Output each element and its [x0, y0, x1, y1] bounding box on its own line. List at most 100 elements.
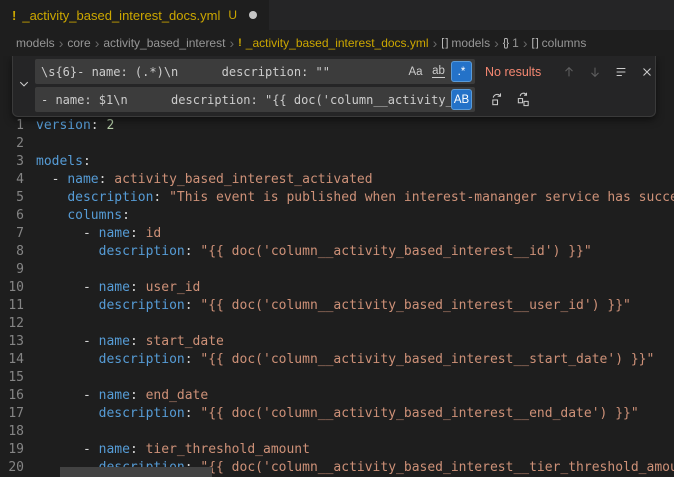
- code-line[interactable]: 19 - name: tier_threshold_amount: [0, 441, 674, 459]
- code-line[interactable]: 14 description: "{{ doc('column__activit…: [0, 351, 674, 369]
- code-line[interactable]: 15: [0, 369, 674, 387]
- code-text: description: "This event is published wh…: [36, 189, 674, 207]
- code-line[interactable]: 6 columns:: [0, 207, 674, 225]
- line-number[interactable]: 2: [0, 135, 36, 153]
- code-line[interactable]: 18: [0, 423, 674, 441]
- code-line[interactable]: 16 - name: end_date: [0, 387, 674, 405]
- line-number[interactable]: 3: [0, 153, 36, 171]
- line-number[interactable]: 20: [0, 459, 36, 477]
- code-token: :: [185, 298, 201, 313]
- replace-row: - name: $1\n description: "{{ doc('colum…: [35, 87, 659, 112]
- breadcrumb-item-core[interactable]: core: [67, 36, 90, 50]
- find-results-status: No results: [485, 65, 549, 79]
- code-line[interactable]: 4 - name: activity_based_interest_activa…: [0, 171, 674, 189]
- line-number[interactable]: 8: [0, 243, 36, 261]
- find-widget: \s{6}- name: (.*)\n description: "" Aa a…: [12, 56, 656, 117]
- code-line[interactable]: 5 description: "This event is published …: [0, 189, 674, 207]
- line-number[interactable]: 9: [0, 261, 36, 279]
- line-number[interactable]: 13: [0, 333, 36, 351]
- breadcrumb-separator: ›: [95, 35, 100, 51]
- code-token: "{{ doc('column__activity_based_interest…: [200, 244, 591, 259]
- code-line[interactable]: 2: [0, 135, 674, 153]
- line-number[interactable]: 16: [0, 387, 36, 405]
- code-token: -: [36, 226, 99, 241]
- code-line[interactable]: 8 description: "{{ doc('column__activity…: [0, 243, 674, 261]
- editor-tab[interactable]: ! _activity_based_interest_docs.yml U: [0, 0, 270, 30]
- breadcrumb-item-1[interactable]: {}1: [503, 36, 519, 50]
- code-token: -: [36, 334, 99, 349]
- code-token: "{{ doc('column__activity_based_interest…: [200, 460, 674, 475]
- dirty-indicator-dot[interactable]: [249, 11, 257, 19]
- breadcrumb-item-models[interactable]: models: [16, 36, 55, 50]
- code-line[interactable]: 7 - name: id: [0, 225, 674, 243]
- line-number[interactable]: 17: [0, 405, 36, 423]
- regex-button[interactable]: .*: [451, 61, 472, 82]
- code-lines: 1version: 223models:4 - name: activity_b…: [0, 56, 674, 477]
- code-token: version: [36, 118, 91, 133]
- breadcrumb-label: columns: [542, 36, 587, 50]
- whole-word-button[interactable]: ab: [428, 61, 449, 82]
- line-number[interactable]: 12: [0, 315, 36, 333]
- horizontal-scrollbar-thumb[interactable]: [60, 467, 212, 477]
- find-in-selection-button[interactable]: [609, 60, 633, 84]
- close-find-button[interactable]: [635, 60, 659, 84]
- line-number[interactable]: 5: [0, 189, 36, 207]
- line-number[interactable]: 1: [0, 117, 36, 135]
- line-number[interactable]: 19: [0, 441, 36, 459]
- find-input[interactable]: \s{6}- name: (.*)\n description: "" Aa a…: [35, 59, 475, 84]
- replace-all-button[interactable]: [511, 88, 535, 112]
- line-number[interactable]: 7: [0, 225, 36, 243]
- line-number[interactable]: 18: [0, 423, 36, 441]
- code-line[interactable]: 17 description: "{{ doc('column__activit…: [0, 405, 674, 423]
- code-line[interactable]: 10 - name: user_id: [0, 279, 674, 297]
- match-case-button[interactable]: Aa: [405, 61, 426, 82]
- whole-word-icon: ab: [432, 65, 445, 78]
- code-token: :: [185, 352, 201, 367]
- code-token: :: [185, 244, 201, 259]
- code-token: :: [130, 334, 146, 349]
- find-previous-button[interactable]: [557, 60, 581, 84]
- breadcrumb-item-_activity_based_interest_docs-yml[interactable]: !_activity_based_interest_docs.yml: [238, 36, 428, 50]
- code-token: :: [122, 208, 130, 223]
- breadcrumb-item-activity_based_interest[interactable]: activity_based_interest: [103, 36, 225, 50]
- replace-input[interactable]: - name: $1\n description: "{{ doc('colum…: [35, 87, 475, 112]
- code-text: [36, 423, 674, 441]
- tab-bar: ! _activity_based_interest_docs.yml U: [0, 0, 674, 30]
- find-options: Aa ab .*: [405, 61, 472, 82]
- code-line[interactable]: 13 - name: start_date: [0, 333, 674, 351]
- code-token: name: [67, 172, 98, 187]
- replace-options: AB: [451, 89, 472, 110]
- line-number[interactable]: 10: [0, 279, 36, 297]
- code-text: [36, 315, 674, 333]
- replace-value: - name: $1\n description: "{{ doc('colum…: [41, 93, 471, 107]
- breadcrumb-item-columns[interactable]: [ ]columns: [531, 36, 586, 50]
- replace-one-button[interactable]: [485, 88, 509, 112]
- line-number[interactable]: 15: [0, 369, 36, 387]
- code-text: - name: user_id: [36, 279, 674, 297]
- editor-pane[interactable]: 1version: 223models:4 - name: activity_b…: [0, 56, 674, 477]
- code-token: [36, 298, 99, 313]
- code-token: activity_based_interest_activated: [114, 172, 372, 187]
- code-line[interactable]: 12: [0, 315, 674, 333]
- chevron-down-icon: [18, 77, 30, 95]
- toggle-replace-button[interactable]: [13, 59, 35, 112]
- code-token: -: [36, 388, 99, 403]
- breadcrumb: models›core›activity_based_interest›!_ac…: [0, 30, 674, 56]
- code-line[interactable]: 1version: 2: [0, 117, 674, 135]
- find-next-button[interactable]: [583, 60, 607, 84]
- code-line[interactable]: 9: [0, 261, 674, 279]
- regex-icon: .*: [458, 66, 466, 78]
- breadcrumb-item-models[interactable]: [ ]models: [441, 36, 490, 50]
- code-text: - name: start_date: [36, 333, 674, 351]
- line-number[interactable]: 14: [0, 351, 36, 369]
- preserve-case-button[interactable]: AB: [451, 89, 472, 110]
- git-status-badge: U: [228, 8, 237, 22]
- line-number[interactable]: 4: [0, 171, 36, 189]
- warning-icon: !: [238, 37, 242, 49]
- line-number[interactable]: 11: [0, 297, 36, 315]
- code-line[interactable]: 3models:: [0, 153, 674, 171]
- line-number[interactable]: 6: [0, 207, 36, 225]
- breadcrumb-label: core: [67, 36, 90, 50]
- code-line[interactable]: 11 description: "{{ doc('column__activit…: [0, 297, 674, 315]
- close-icon: [640, 65, 654, 79]
